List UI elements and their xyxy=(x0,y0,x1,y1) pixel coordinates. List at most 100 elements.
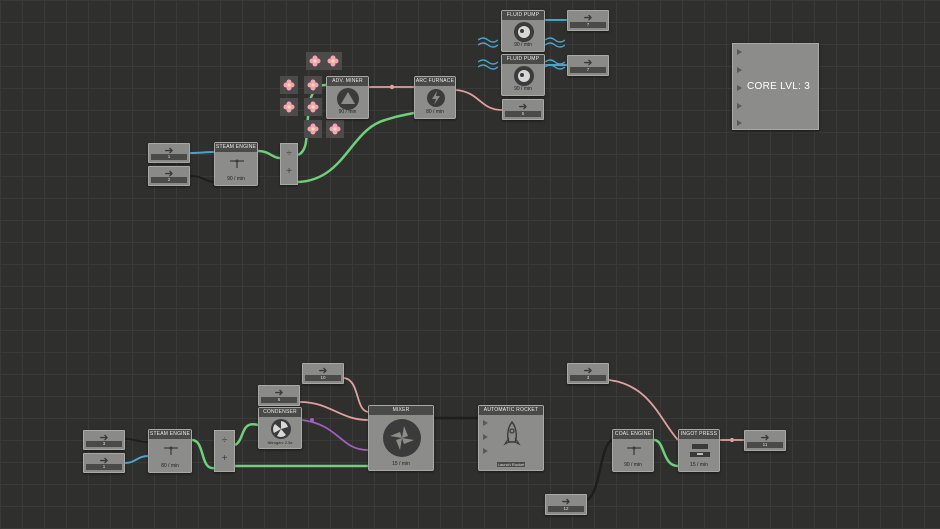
rocket-port xyxy=(483,448,488,454)
resource-tile xyxy=(304,76,322,94)
water-wave-icon xyxy=(545,37,565,48)
rocket-port xyxy=(483,420,488,426)
flower-icon xyxy=(329,123,341,135)
resource-tile xyxy=(304,120,322,138)
mixer-blade-icon xyxy=(383,419,421,457)
plus-icon: + xyxy=(286,166,292,177)
input-value: 10 xyxy=(305,375,341,381)
core-port xyxy=(737,120,742,126)
steam-engine-node[interactable]: STEAM ENGINE 80 / min xyxy=(148,429,192,473)
input-value: 2 xyxy=(151,177,187,183)
launch-rocket-label: Launch Rocket xyxy=(497,462,525,467)
arc-furnace-node[interactable]: ARC FURNACE 80 / min xyxy=(414,76,456,119)
core-port xyxy=(737,85,742,91)
output-node[interactable]: ➜ 11 xyxy=(744,430,786,451)
node-rate: 80 / min xyxy=(426,109,444,115)
rocket-port xyxy=(483,434,488,440)
wire-dark xyxy=(124,438,149,443)
flower-icon xyxy=(283,101,295,113)
node-rate: 15 / min xyxy=(690,462,708,468)
fluid-pump-node[interactable]: FLUID PUMP 90 / min xyxy=(501,54,545,96)
steam-engine-node[interactable]: STEAM ENGINE 90 / min xyxy=(214,142,258,186)
core-port xyxy=(737,49,742,55)
ingot-press-node[interactable]: INGOT PRESS 15 / min xyxy=(678,429,720,472)
output-value: 7 xyxy=(570,22,606,28)
condenser-node[interactable]: CONDENSER Nitrogen: 2.5x xyxy=(258,407,302,449)
input-node[interactable]: ➜ 1 xyxy=(148,143,190,163)
resource-tile xyxy=(304,98,322,116)
input-value: 3 xyxy=(86,441,122,447)
splitter-node[interactable]: ÷ + xyxy=(280,143,298,185)
input-node[interactable]: ➜ 3 xyxy=(567,363,609,384)
pump-icon xyxy=(514,66,534,86)
node-rate: Nitrogen: 2.5x xyxy=(267,440,293,445)
node-rate: 90 / min xyxy=(338,109,357,115)
splitter-icon: ÷ xyxy=(286,148,292,159)
splitter-icon: ÷ xyxy=(221,435,228,446)
pump-icon xyxy=(514,22,534,42)
node-title: STEAM ENGINE xyxy=(215,143,257,152)
output-node[interactable]: ➜ 5 xyxy=(502,99,544,120)
wire-dark xyxy=(586,438,613,502)
mixer-node[interactable]: MIXER 15 / min xyxy=(368,405,434,471)
wire-green xyxy=(234,422,259,447)
wire-green xyxy=(191,438,215,470)
input-node[interactable]: ➜ 10 xyxy=(302,363,344,384)
wire-green xyxy=(653,438,679,468)
node-title: STEAM ENGINE xyxy=(149,430,191,439)
output-value: 7 xyxy=(570,67,606,73)
valve-icon xyxy=(627,446,641,455)
node-rate: 90 / min xyxy=(624,462,642,468)
flower-icon xyxy=(307,101,319,113)
input-value: 1 xyxy=(151,154,187,160)
input-node[interactable]: ➜ 1 xyxy=(83,453,125,473)
wire-pink xyxy=(343,377,369,413)
input-node[interactable]: ➜ 2 xyxy=(148,166,190,186)
splitter-node[interactable]: ÷ + xyxy=(214,430,235,472)
flower-icon xyxy=(307,79,319,91)
wire-pink xyxy=(455,89,503,111)
core-level-label: CORE LVL: 3 xyxy=(747,81,811,92)
wire-pink xyxy=(299,401,369,421)
flower-icon xyxy=(283,79,295,91)
water-wave-icon xyxy=(478,37,498,48)
node-rate: 15 / min xyxy=(392,461,410,467)
input-value: 1 xyxy=(86,464,122,470)
resource-tile xyxy=(306,52,324,70)
input-value: 3 xyxy=(570,375,606,381)
wire-green xyxy=(257,149,281,160)
automatic-rocket-node[interactable]: AUTOMATIC ROCKET Launch Rocket xyxy=(478,405,544,471)
flower-icon xyxy=(327,55,339,67)
flower-icon xyxy=(307,123,319,135)
output-value: 5 xyxy=(505,111,541,117)
input-node[interactable]: ➜ 6 xyxy=(258,385,300,406)
valve-icon xyxy=(230,159,244,168)
output-value: 11 xyxy=(747,442,783,448)
node-title: COAL ENGINE xyxy=(613,430,653,439)
resource-tile xyxy=(280,98,298,116)
wire-dark xyxy=(189,175,215,183)
node-title: ARC FURNACE xyxy=(415,77,455,86)
wire-node xyxy=(730,438,734,442)
adv-miner-node[interactable]: ADV. MINER 90 / min xyxy=(326,76,369,119)
fluid-pump-node[interactable]: FLUID PUMP 90 / min xyxy=(501,10,545,52)
coal-engine-node[interactable]: COAL ENGINE 90 / min xyxy=(612,429,654,472)
node-rate: 90 / min xyxy=(227,176,245,182)
node-title: AUTOMATIC ROCKET xyxy=(479,406,543,415)
node-rate: 80 / min xyxy=(161,463,179,469)
output-node[interactable]: ➜ 7 xyxy=(567,10,609,31)
press-icon xyxy=(690,444,710,457)
rocket-icon xyxy=(503,420,521,446)
core-port xyxy=(737,67,742,73)
core-node[interactable]: CORE LVL: 3 xyxy=(732,43,819,130)
node-rate: 90 / min xyxy=(514,42,532,48)
output-node[interactable]: ➜ 7 xyxy=(567,55,609,76)
resource-tile xyxy=(326,120,344,138)
input-value: 12 xyxy=(548,506,584,512)
node-title: MIXER xyxy=(369,406,433,415)
input-node[interactable]: ➜ 3 xyxy=(83,430,125,450)
lightning-icon xyxy=(427,89,445,107)
wire-node xyxy=(310,418,314,422)
node-title: FLUID PUMP xyxy=(502,55,544,64)
input-node[interactable]: ➜ 12 xyxy=(545,494,587,515)
